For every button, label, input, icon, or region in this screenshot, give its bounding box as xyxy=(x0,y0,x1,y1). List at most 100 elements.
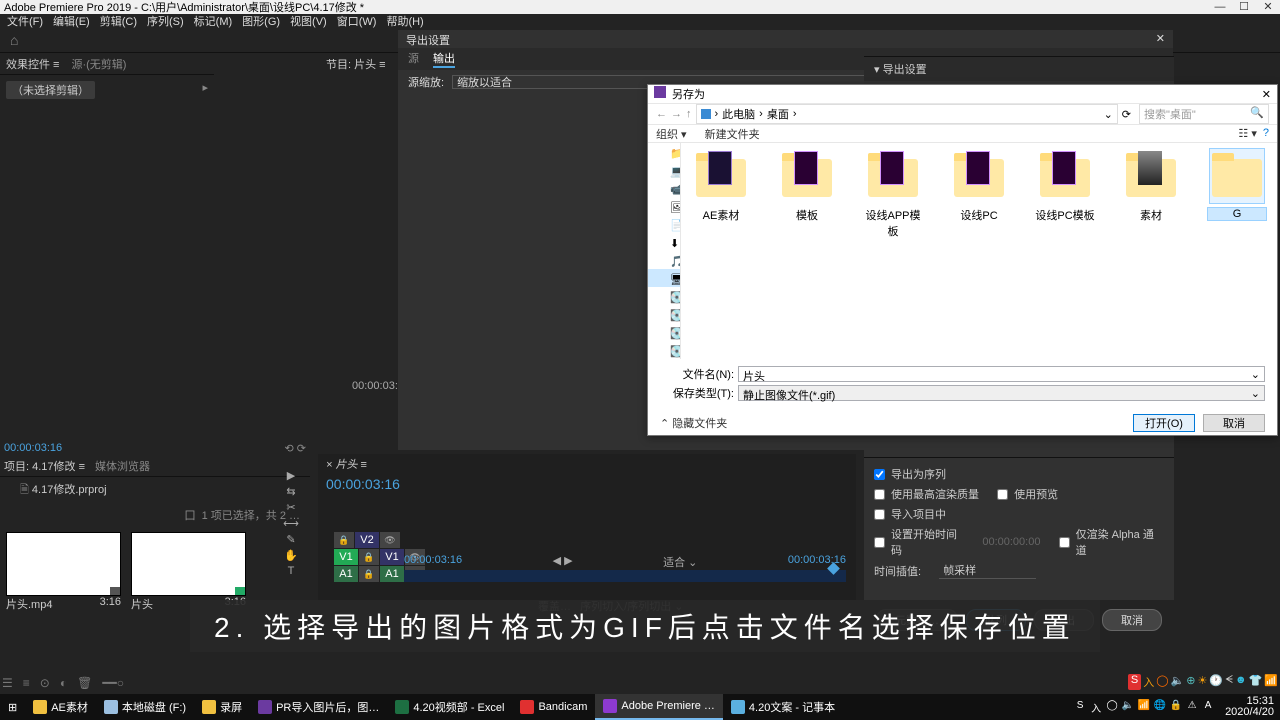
sidebar-item[interactable]: 💽本地磁盘 (D:) xyxy=(648,305,680,323)
slip-tool[interactable]: ⟷ xyxy=(268,517,314,530)
window-minimize[interactable]: — xyxy=(1208,0,1232,14)
track-a1[interactable]: A1 xyxy=(380,566,404,582)
menu-help[interactable]: 帮助(H) xyxy=(381,13,428,29)
taskbar-item[interactable]: 本地磁盘 (F:) xyxy=(96,694,194,720)
nav-back[interactable]: ← xyxy=(656,108,667,120)
view-menu[interactable]: ☷ ▾ xyxy=(1238,127,1256,140)
fit-select[interactable]: 适合 ⌄ xyxy=(663,554,697,570)
sidebar-item[interactable]: 💽本地磁盘 (C:) xyxy=(648,287,680,305)
organize-menu[interactable]: 组织 ▾ xyxy=(656,126,687,142)
refresh-button[interactable]: ⟳ xyxy=(1122,108,1131,121)
tray-icon[interactable]: 📶 xyxy=(1137,700,1151,714)
track-v1[interactable]: V1 xyxy=(380,549,404,565)
hide-folders-toggle[interactable]: ⌃ 隐藏文件夹 xyxy=(660,415,727,431)
tray-icon[interactable]: 🔒 xyxy=(1169,700,1183,714)
chk-start-tc[interactable] xyxy=(874,537,885,548)
pen-tool[interactable]: ✎ xyxy=(268,533,314,546)
sidebar-item[interactable]: 💻此电脑 xyxy=(648,161,680,179)
taskbar-item[interactable]: Bandicam xyxy=(512,694,595,720)
export-settings-header[interactable]: 导出设置 xyxy=(883,64,927,76)
menu-file[interactable]: 文件(F) xyxy=(2,13,48,29)
file-item[interactable]: 设线PC模板 xyxy=(1035,149,1095,353)
menu-edit[interactable]: 编辑(E) xyxy=(48,13,95,29)
type-tool[interactable]: T xyxy=(268,565,314,577)
tray-icon[interactable]: 🌐 xyxy=(1153,700,1167,714)
file-item[interactable]: AE素材 xyxy=(691,149,751,353)
menu-window[interactable]: 窗口(W) xyxy=(332,13,382,29)
sidebar-item[interactable]: 📄文档 xyxy=(648,215,680,233)
cancel-button[interactable]: 取消 xyxy=(1102,609,1162,631)
menu-view[interactable]: 视图(V) xyxy=(285,13,332,29)
sidebar-item[interactable]: 💽本地磁盘 (E:) xyxy=(648,323,680,341)
razor-tool[interactable]: ✂ xyxy=(268,501,314,514)
tray-icon[interactable]: 入 xyxy=(1089,700,1103,714)
file-item[interactable]: 设线APP模板 xyxy=(863,149,923,353)
chk-alpha-only[interactable] xyxy=(1059,537,1070,548)
open-button[interactable]: 打开(O) xyxy=(1133,414,1195,432)
chk-import-project[interactable] xyxy=(874,509,885,520)
tab-media-browser[interactable]: 媒体浏览器 xyxy=(95,458,150,474)
project-clip[interactable]: 片头.mp43:16 xyxy=(6,532,121,612)
sidebar-item[interactable]: 🖼图片 xyxy=(648,197,680,215)
file-item[interactable]: 设线PC xyxy=(949,149,1009,353)
export-tab-output[interactable]: 输出 xyxy=(433,50,455,68)
address-bar[interactable]: ›此电脑›桌面› ⌄ xyxy=(696,104,1118,124)
help-button[interactable]: ? xyxy=(1263,127,1269,140)
saveas-close[interactable]: ✕ xyxy=(1262,88,1271,101)
sidebar-item[interactable]: ⬇下载 xyxy=(648,233,680,251)
tray-icon[interactable]: A xyxy=(1201,700,1215,714)
timeline-header[interactable]: × 片头 ≡ xyxy=(318,454,856,474)
window-maximize[interactable]: ☐ xyxy=(1232,0,1256,14)
filename-input[interactable]: 片头⌄ xyxy=(738,366,1265,382)
file-item[interactable]: 素材 xyxy=(1121,149,1181,353)
menu-sequence[interactable]: 序列(S) xyxy=(142,13,189,29)
chk-max-quality[interactable] xyxy=(874,489,885,500)
file-item[interactable]: G xyxy=(1207,149,1267,353)
search-input[interactable]: 搜索"桌面"🔍 xyxy=(1139,104,1269,124)
tab-effect-controls[interactable]: 效果控件 ≡ xyxy=(6,56,59,72)
tab-project[interactable]: 项目: 4.17修改 ≡ xyxy=(4,458,85,474)
nav-up[interactable]: ↑ xyxy=(686,108,692,120)
clock[interactable]: 15:312020/4/20 xyxy=(1219,696,1280,718)
track-v2[interactable]: V2 xyxy=(355,532,379,548)
export-dlg-close[interactable]: ✕ xyxy=(1156,32,1165,46)
menu-graphics[interactable]: 图形(G) xyxy=(237,13,285,29)
status-row: ☰≡⊙◐🗑━━○ xyxy=(2,676,124,690)
window-close[interactable]: ✕ xyxy=(1256,0,1280,14)
ripple-tool[interactable]: ⇆ xyxy=(268,485,314,498)
timeline-scrubber[interactable] xyxy=(404,570,846,582)
tray-icon[interactable]: 🔈 xyxy=(1121,700,1135,714)
system-tray[interactable]: S入◯🔈📶🌐🔒⚠A xyxy=(1069,700,1219,714)
taskbar-item[interactable]: 4.20文案 - 记事本 xyxy=(723,694,843,720)
taskbar-item[interactable]: PR导入图片后，图… xyxy=(250,694,387,720)
tray-icon[interactable]: ⚠ xyxy=(1185,700,1199,714)
taskbar-item[interactable]: Adobe Premiere … xyxy=(595,694,723,720)
sidebar-item[interactable]: 🎵音乐 xyxy=(648,251,680,269)
hand-tool[interactable]: ✋ xyxy=(268,549,314,562)
interp-select[interactable]: 帧采样 xyxy=(939,562,1036,579)
sidebar-item[interactable]: 📁录屏 xyxy=(648,143,680,161)
file-item[interactable]: 模板 xyxy=(777,149,837,353)
taskbar-item[interactable]: 4.20视频部 - Excel xyxy=(387,694,512,720)
chk-use-preview[interactable] xyxy=(997,489,1008,500)
cancel-button[interactable]: 取消 xyxy=(1203,414,1265,432)
menu-clip[interactable]: 剪辑(C) xyxy=(95,13,142,29)
tray-icon[interactable]: ◯ xyxy=(1105,700,1119,714)
sidebar-item[interactable]: 💽本地磁盘 (F:) xyxy=(648,341,680,359)
sidebar-item[interactable]: 📹视频 xyxy=(648,179,680,197)
window-titlebar: Adobe Premiere Pro 2019 - C:\用户\Administ… xyxy=(0,0,1280,14)
home-icon[interactable]: ⌂ xyxy=(10,32,18,48)
nav-fwd[interactable]: → xyxy=(671,108,682,120)
taskbar-item[interactable]: AE素材 xyxy=(25,694,96,720)
selection-tool[interactable]: ▶ xyxy=(268,469,314,482)
export-tab-source[interactable]: 源 xyxy=(408,50,419,68)
filetype-select[interactable]: 静止图像文件(*.gif)⌄ xyxy=(738,385,1265,401)
tray-icon[interactable]: S xyxy=(1073,700,1087,714)
tab-source-noclip[interactable]: 源·(无剪辑) xyxy=(71,56,126,72)
menu-marker[interactable]: 标记(M) xyxy=(189,13,238,29)
chk-export-sequence[interactable] xyxy=(874,469,885,480)
sidebar-item[interactable]: 🖥桌面 xyxy=(648,269,680,287)
taskbar-item[interactable]: 录屏 xyxy=(194,694,250,720)
start-button[interactable]: ⊞ xyxy=(0,694,25,720)
new-folder-button[interactable]: 新建文件夹 xyxy=(705,126,760,142)
